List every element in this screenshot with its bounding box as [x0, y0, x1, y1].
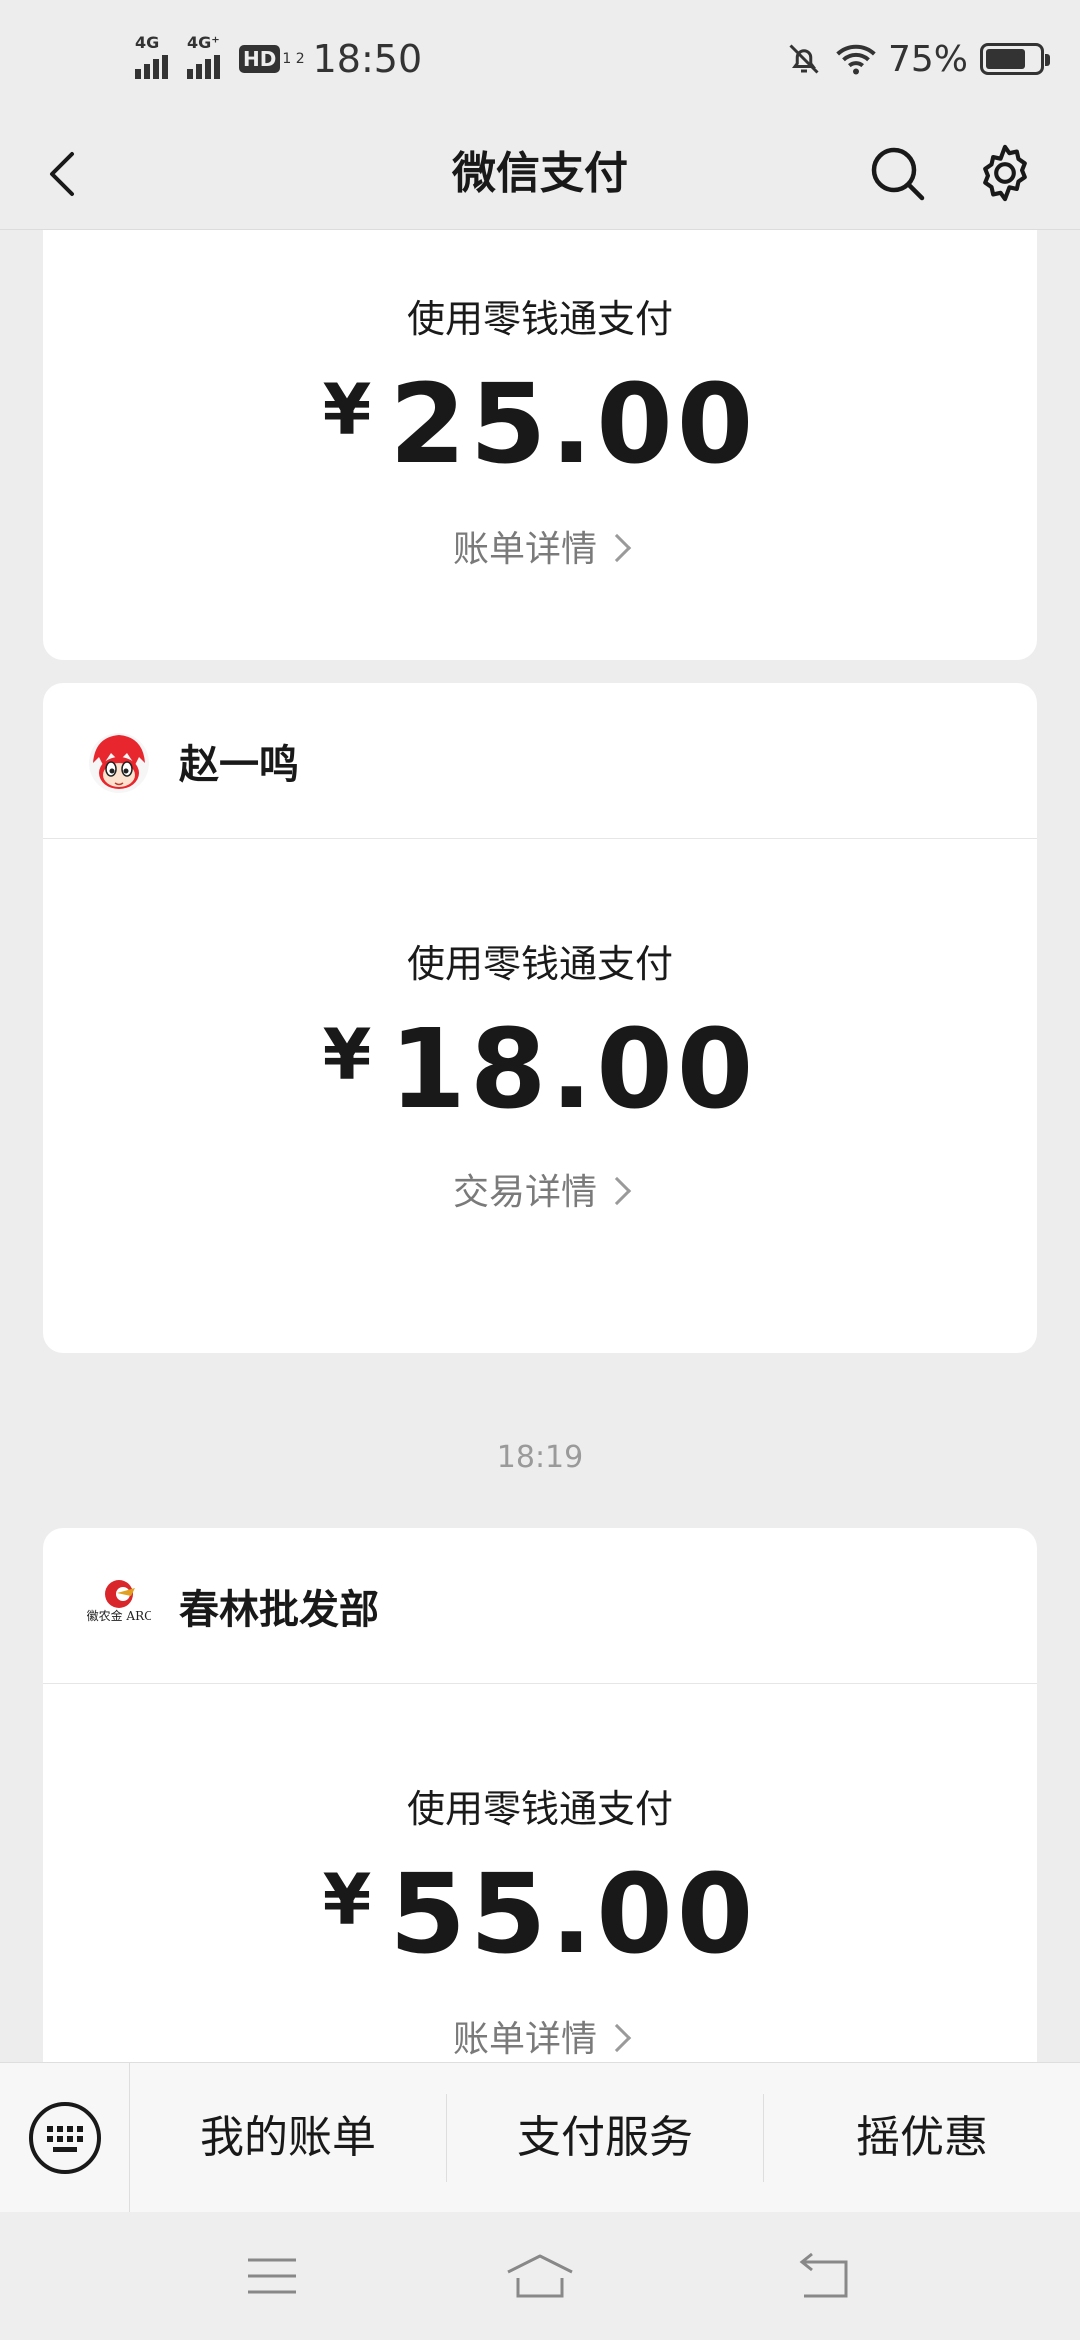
payment-card[interactable]: 安徽农金 ARCU 春林批发部 使用零钱通支付 ¥55.00 账单详情: [43, 1528, 1037, 2062]
chevron-right-icon: [602, 1176, 632, 1206]
menu-shake-deals[interactable]: 摇优惠: [764, 2094, 1080, 2182]
card-header[interactable]: 赵一鸣: [43, 683, 1037, 839]
detail-link-label: 账单详情: [452, 529, 597, 570]
detail-link[interactable]: 交易详情: [43, 1163, 1037, 1215]
bank-logo-text: 安徽农金 ARCU: [87, 1608, 151, 1623]
amount-value: 25.00: [389, 360, 758, 488]
status-time: 18:50: [312, 37, 423, 81]
gear-icon[interactable]: [972, 140, 1038, 206]
hd-icon: HD 1 2: [239, 45, 305, 73]
menu-icon[interactable]: [244, 2248, 300, 2304]
message-list[interactable]: 使用零钱通支付 ¥25.00 账单详情 赵一鸣 使用零钱通支付 ¥ 18.00 …: [0, 230, 1080, 2062]
currency-symbol: ¥: [322, 369, 376, 451]
signal-icon-2: 4G⁺: [187, 33, 223, 79]
payment-amount: ¥25.00: [43, 360, 1037, 488]
merchant-name: 赵一鸣: [179, 741, 299, 788]
system-nav-bar: [0, 2212, 1080, 2340]
bottom-menu: 我的账单 支付服务 摇优惠: [0, 2062, 1080, 2213]
network-type-1: 4G: [135, 33, 160, 52]
menu-my-bills[interactable]: 我的账单: [130, 2093, 447, 2182]
nav-bar: 微信支付: [0, 118, 1080, 230]
keyboard-icon: [28, 2101, 101, 2174]
message-timestamp: 18:19: [496, 1440, 584, 1475]
home-icon[interactable]: [504, 2248, 576, 2304]
cartoon-boy-avatar-icon: [89, 732, 149, 793]
pay-method-label: 使用零钱通支付: [406, 1787, 673, 1831]
card-header[interactable]: 安徽农金 ARCU 春林批发部: [43, 1528, 1037, 1684]
chevron-right-icon: [602, 2023, 632, 2053]
battery-fill: [986, 49, 1025, 69]
battery-icon: [980, 43, 1050, 75]
mute-bell-icon: [789, 44, 819, 74]
pay-method-label: 使用零钱通支付: [406, 942, 673, 986]
detail-link[interactable]: 账单详情: [43, 2010, 1037, 2062]
currency-symbol: ¥: [322, 1014, 376, 1096]
amount-value: 18.00: [389, 1005, 758, 1133]
keyboard-toggle-button[interactable]: [0, 2062, 130, 2213]
battery-percent: 75%: [887, 38, 968, 80]
detail-link[interactable]: 账单详情: [43, 520, 1037, 572]
amount-value: 55.00: [389, 1850, 758, 1978]
payment-amount: ¥55.00: [43, 1850, 1037, 1978]
wifi-icon: [836, 44, 876, 75]
merchant-name: 春林批发部: [179, 1586, 379, 1633]
status-left: 4G 4G⁺ HD 1 2 18:50: [135, 33, 423, 84]
back-icon[interactable]: [794, 2248, 854, 2304]
payment-amount: ¥18.00: [43, 1005, 1037, 1133]
chevron-right-icon: [602, 533, 632, 563]
network-type-2: 4G⁺: [187, 33, 220, 52]
menu-pay-services[interactable]: 支付服务: [447, 2093, 764, 2182]
bank-logo-icon: 安徽农金 ARCU: [87, 1579, 151, 1623]
detail-link-label: 账单详情: [452, 2019, 597, 2060]
payment-card[interactable]: 使用零钱通支付 ¥25.00 账单详情: [43, 230, 1037, 660]
signal-icon: 4G: [135, 33, 171, 79]
detail-link-label: 交易详情: [452, 1172, 597, 1213]
status-right: 75%: [786, 34, 1050, 84]
status-bar: 4G 4G⁺ HD 1 2 18:50 75%: [0, 0, 1080, 118]
payment-card[interactable]: 赵一鸣 使用零钱通支付 ¥18.00 交易详情: [43, 683, 1037, 1353]
hd-label: HD: [239, 45, 281, 73]
pay-method-label: 使用零钱通支付: [406, 297, 673, 341]
search-icon[interactable]: [866, 142, 930, 206]
currency-symbol: ¥: [322, 1859, 376, 1941]
hd-sub: 1 2: [282, 51, 305, 67]
